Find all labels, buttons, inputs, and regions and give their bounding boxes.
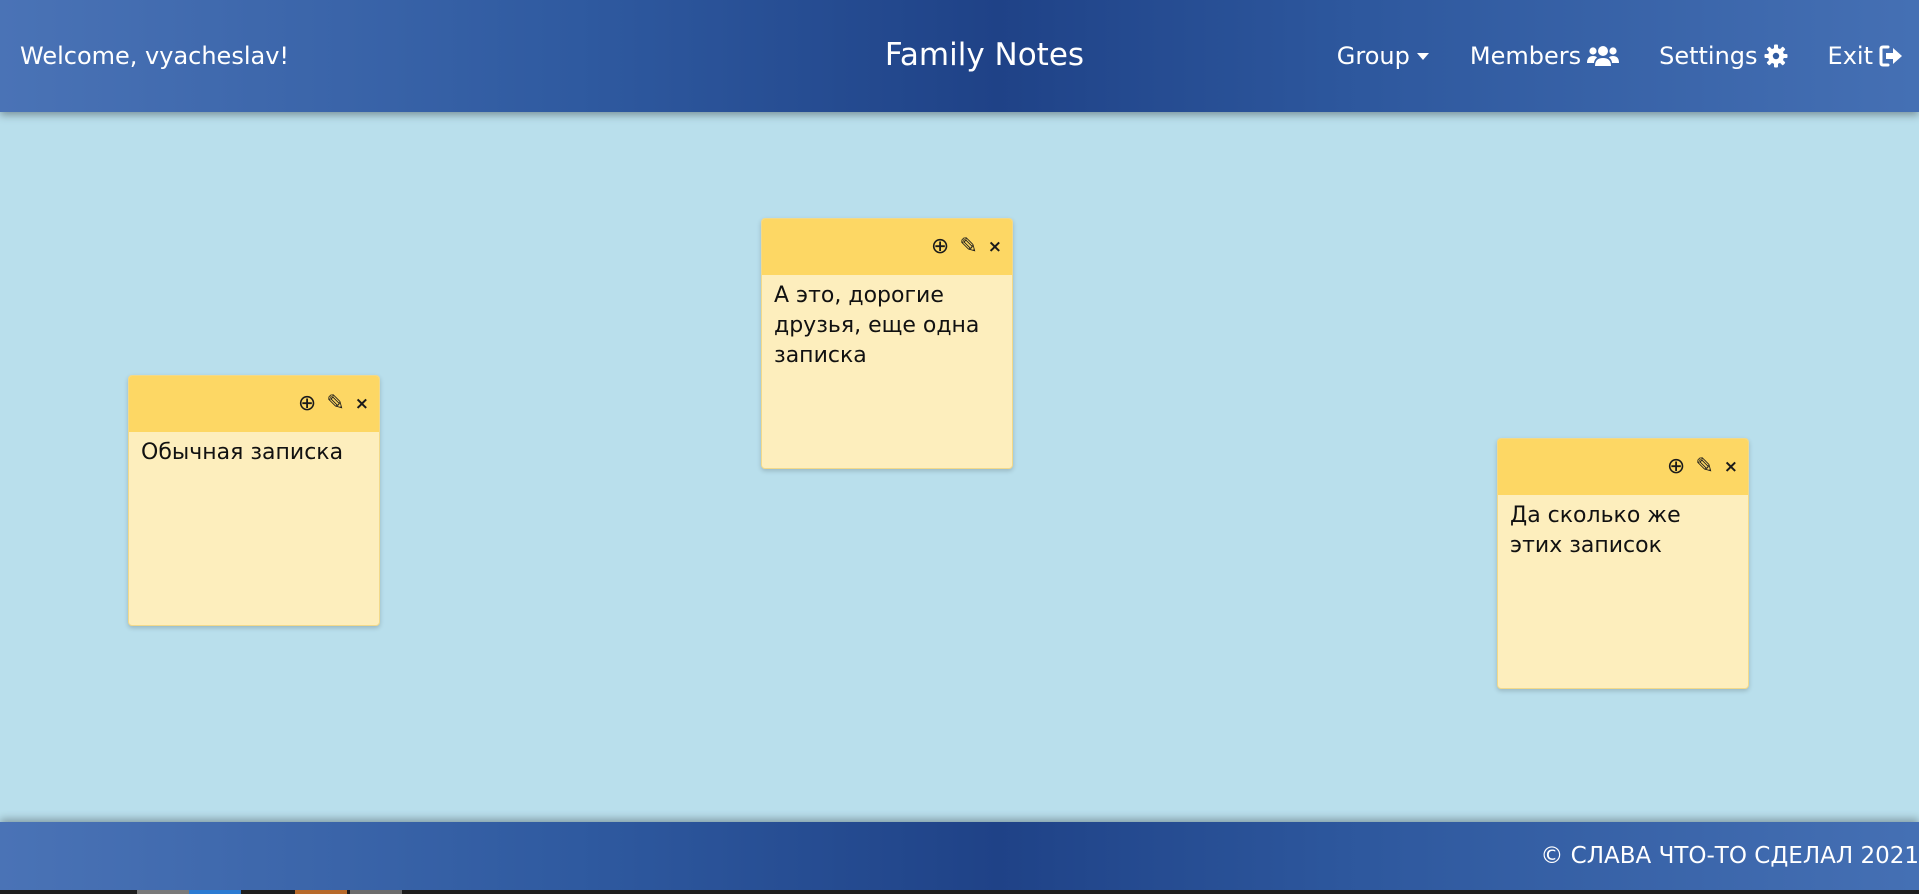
note-text: Обычная записка xyxy=(141,440,344,465)
taskbar-item[interactable] xyxy=(295,890,347,894)
taskbar-item[interactable] xyxy=(137,890,189,894)
note-text: Да сколько же этих записок xyxy=(1510,503,1681,558)
sticky-note[interactable]: ⊕ ✎ × Да сколько же этих записок xyxy=(1497,438,1749,689)
taskbar-item[interactable] xyxy=(189,890,241,894)
nav-menu: Group Members Settings Exit xyxy=(1337,0,1903,112)
caret-down-icon xyxy=(1416,49,1430,63)
close-icon[interactable]: × xyxy=(355,395,369,413)
group-label: Group xyxy=(1336,42,1410,70)
os-taskbar xyxy=(0,890,1919,894)
add-note-icon[interactable]: ⊕ xyxy=(1667,456,1685,478)
users-icon xyxy=(1587,45,1620,67)
edit-pencil-icon[interactable]: ✎ xyxy=(959,236,977,258)
members-label: Members xyxy=(1469,42,1582,70)
footer: © СЛАВА ЧТО-ТО СДЕЛАЛ 2021 xyxy=(0,822,1919,890)
add-note-icon[interactable]: ⊕ xyxy=(931,236,949,258)
note-header[interactable]: ⊕ ✎ × xyxy=(1498,439,1748,495)
gear-icon xyxy=(1764,44,1788,68)
settings-label: Settings xyxy=(1659,42,1758,70)
sticky-note[interactable]: ⊕ ✎ × А это, дорогие друзья, еще одна за… xyxy=(761,218,1013,469)
close-icon[interactable]: × xyxy=(1724,458,1738,476)
taskbar-item[interactable] xyxy=(350,890,402,894)
exit-button[interactable]: Exit xyxy=(1828,42,1903,70)
edit-pencil-icon[interactable]: ✎ xyxy=(326,393,344,415)
group-dropdown-button[interactable]: Group xyxy=(1337,42,1430,70)
settings-button[interactable]: Settings xyxy=(1659,42,1788,70)
close-icon[interactable]: × xyxy=(988,238,1002,256)
members-button[interactable]: Members xyxy=(1469,42,1620,70)
note-header[interactable]: ⊕ ✎ × xyxy=(129,376,379,432)
note-text: А это, дорогие друзья, еще одна записка xyxy=(774,283,980,368)
top-navbar: Welcome, vyacheslav! Family Notes Group … xyxy=(0,0,1919,112)
copyright-text: © СЛАВА ЧТО-ТО СДЕЛАЛ 2021 xyxy=(1540,843,1919,869)
exit-label: Exit xyxy=(1827,42,1873,70)
note-header[interactable]: ⊕ ✎ × xyxy=(762,219,1012,275)
sticky-note[interactable]: ⊕ ✎ × Обычная записка xyxy=(128,375,380,626)
add-note-icon[interactable]: ⊕ xyxy=(298,393,316,415)
sign-out-icon xyxy=(1879,45,1903,67)
welcome-message: Welcome, vyacheslav! xyxy=(20,42,290,70)
edit-pencil-icon[interactable]: ✎ xyxy=(1695,456,1713,478)
